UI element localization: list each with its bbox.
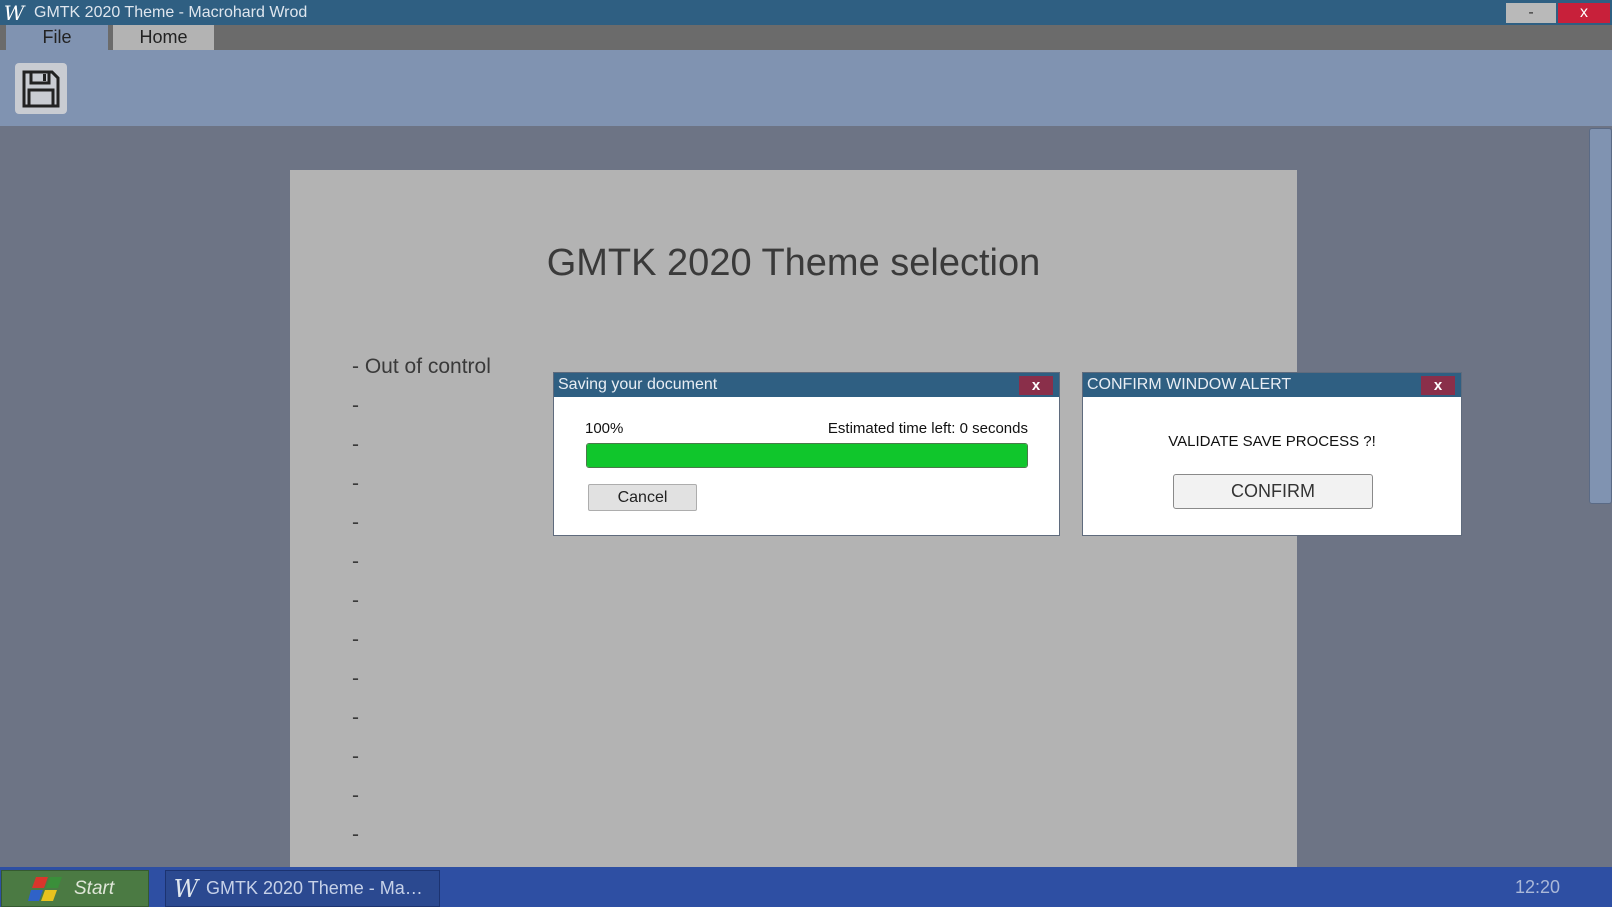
document-line: - xyxy=(352,667,359,690)
document-line: - xyxy=(352,511,359,534)
save-progress-bar xyxy=(586,443,1028,468)
document-line: - xyxy=(352,784,359,807)
save-button[interactable] xyxy=(15,63,67,114)
start-button[interactable]: Start xyxy=(1,870,149,907)
document-line: - xyxy=(352,628,359,651)
tab-file[interactable]: File xyxy=(6,25,108,50)
start-logo-icon xyxy=(28,876,62,901)
document-line: - xyxy=(352,394,359,417)
save-progress-fill xyxy=(587,444,1027,467)
app-logo-icon: W xyxy=(173,874,199,903)
document-line: - xyxy=(352,706,359,729)
minimize-button[interactable]: - xyxy=(1506,3,1556,23)
document-line: - xyxy=(352,589,359,612)
document-line: - xyxy=(352,433,359,456)
taskbar-clock: 12:20 xyxy=(1514,877,1560,897)
floppy-disk-icon xyxy=(22,70,60,107)
menu-bar: File Home xyxy=(0,25,1612,50)
document-line: - xyxy=(352,550,359,573)
cancel-button[interactable]: Cancel xyxy=(588,484,697,511)
confirm-dialog: CONFIRM WINDOW ALERT x VALIDATE SAVE PRO… xyxy=(1082,372,1462,536)
document-title: GMTK 2020 Theme selection xyxy=(546,242,1041,284)
taskbar-app-label: GMTK 2020 Theme - Macrohard Wrod xyxy=(206,878,428,898)
document-line: - xyxy=(352,823,359,846)
document-line: - xyxy=(352,745,359,768)
tab-home[interactable]: Home xyxy=(113,25,214,50)
saving-dialog-titlebar[interactable]: Saving your document x xyxy=(554,373,1059,397)
estimated-time-left: Estimated time left: 0 seconds xyxy=(827,420,1028,437)
document-line: - xyxy=(352,472,359,495)
progress-percent: 100% xyxy=(585,420,624,437)
close-window-button[interactable]: x xyxy=(1558,3,1610,23)
confirm-dialog-title: CONFIRM WINDOW ALERT xyxy=(1087,376,1292,393)
taskbar: Start W GMTK 2020 Theme - Macrohard Wrod… xyxy=(0,867,1612,907)
confirm-dialog-titlebar[interactable]: CONFIRM WINDOW ALERT x xyxy=(1083,373,1461,397)
window-title: GMTK 2020 Theme - Macrohard Wrod xyxy=(34,3,308,21)
app-logo-icon: W xyxy=(3,0,25,25)
confirm-message: VALIDATE SAVE PROCESS ?! xyxy=(1168,433,1376,450)
vertical-scrollbar-thumb[interactable] xyxy=(1589,128,1612,504)
start-label: Start xyxy=(74,877,115,899)
title-bar: W GMTK 2020 Theme - Macrohard Wrod - x xyxy=(0,0,1612,25)
taskbar-app-button[interactable]: W GMTK 2020 Theme - Macrohard Wrod xyxy=(165,870,440,907)
document-line: - Out of control xyxy=(352,355,491,378)
saving-dialog-title: Saving your document xyxy=(558,376,718,393)
confirm-button[interactable]: CONFIRM xyxy=(1173,474,1373,509)
saving-dialog: Saving your document x 100% Estimated ti… xyxy=(553,372,1060,536)
ribbon xyxy=(0,50,1612,126)
confirm-dialog-close-button[interactable]: x xyxy=(1421,376,1455,395)
saving-dialog-close-button[interactable]: x xyxy=(1019,376,1053,395)
